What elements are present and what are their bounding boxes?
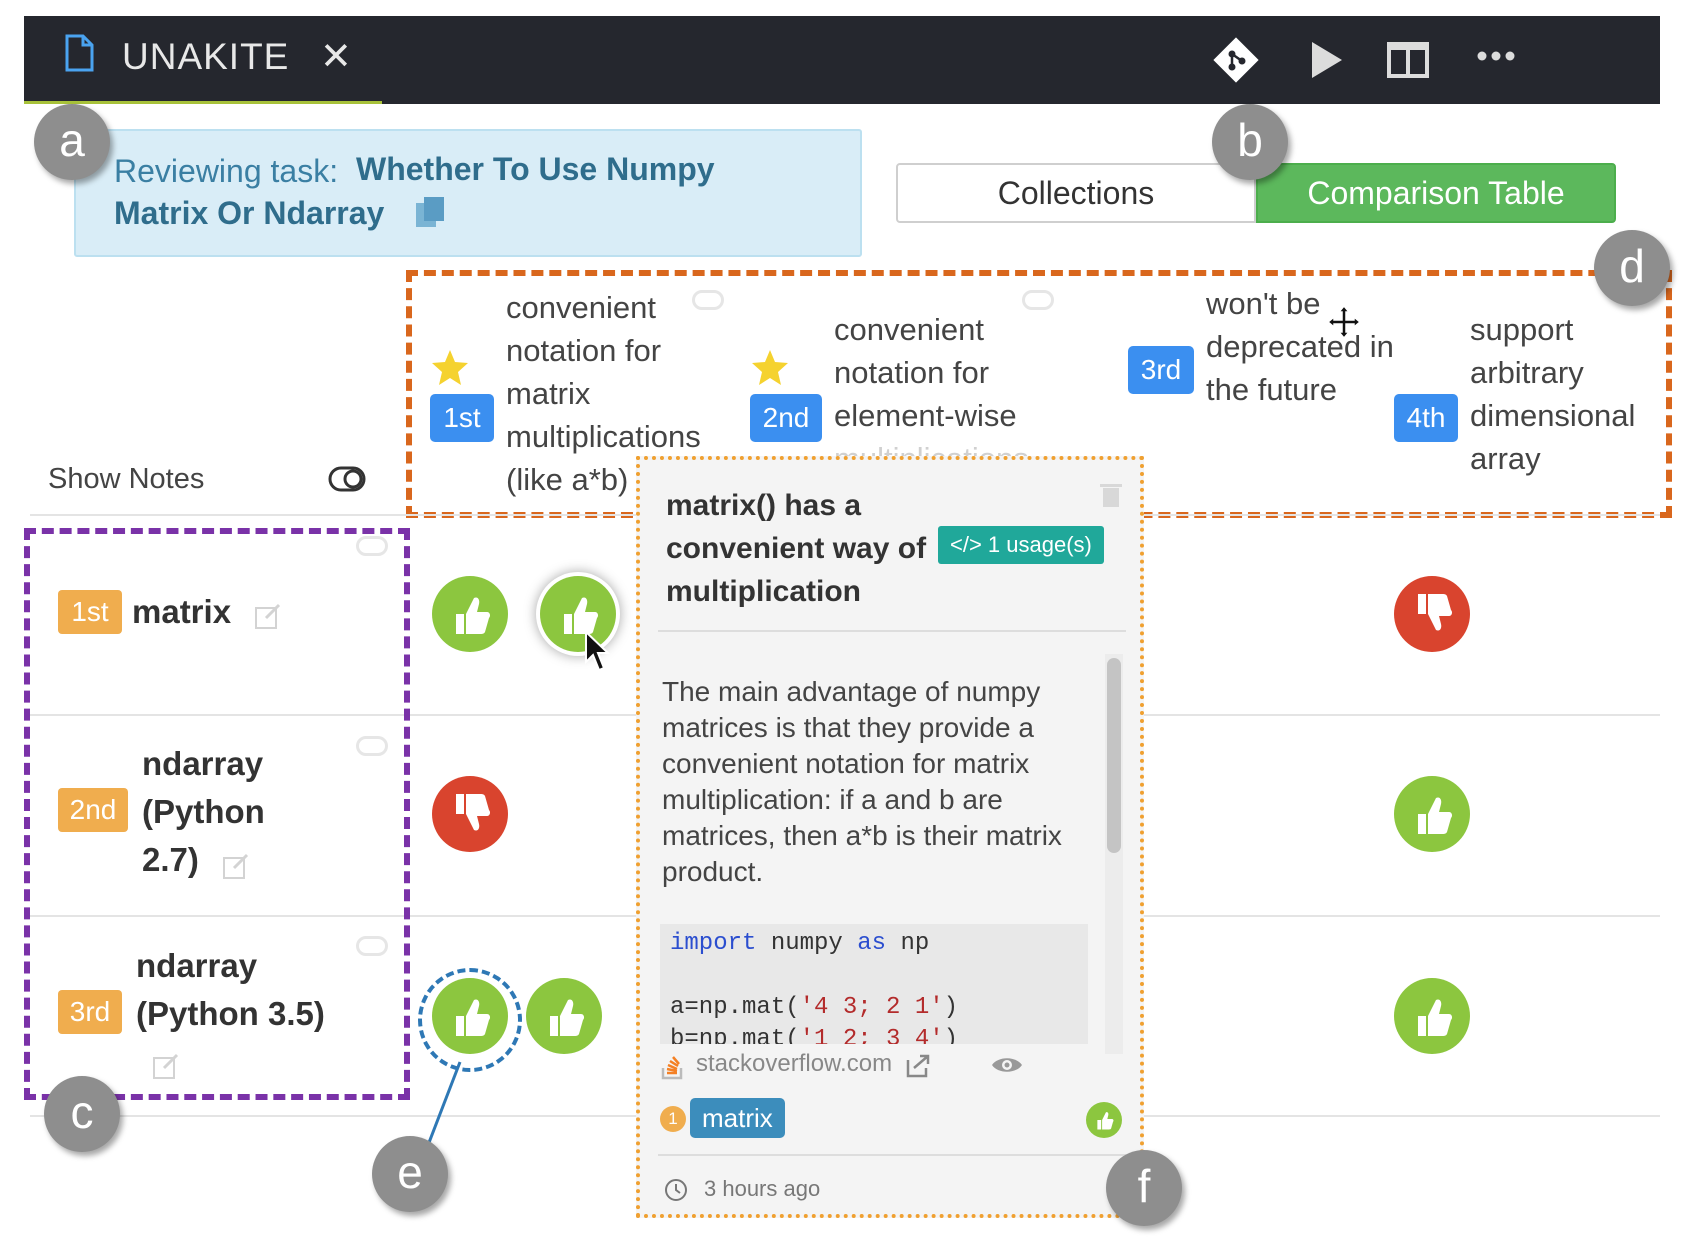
criterion-rank-badge[interactable]: 4th	[1394, 394, 1458, 442]
trash-icon[interactable]	[1100, 482, 1122, 508]
snippet-timestamp: 3 hours ago	[704, 1176, 821, 1201]
thumbs-down-icon[interactable]	[1394, 576, 1470, 652]
criterion-rank-badge[interactable]: 2nd	[750, 394, 822, 442]
usage-count-badge[interactable]: </> 1 usage(s)	[938, 526, 1104, 564]
thumbs-up-icon[interactable]	[1086, 1102, 1122, 1138]
thumbs-up-icon[interactable]	[1394, 776, 1470, 852]
tag-count-badge: 1	[660, 1106, 686, 1132]
edit-icon[interactable]	[254, 602, 282, 630]
rating-highlight-circle	[418, 968, 522, 1072]
tab-title: UNAKITE	[122, 36, 290, 77]
popover-divider	[658, 630, 1126, 632]
collections-view-button[interactable]: Collections	[896, 163, 1256, 223]
option-1-name[interactable]: matrix	[132, 588, 231, 636]
file-icon	[65, 34, 94, 72]
criterion-4-label[interactable]: support arbitrary dimensional array	[1470, 308, 1635, 480]
annotation-marker-b: b	[1212, 104, 1288, 180]
move-cursor-icon	[1326, 304, 1362, 340]
edit-icon[interactable]	[152, 1052, 180, 1080]
option-visibility-toggle[interactable]	[356, 936, 388, 956]
thumbs-up-icon[interactable]	[526, 978, 602, 1054]
thumbs-down-icon[interactable]	[432, 776, 508, 852]
option-visibility-toggle[interactable]	[356, 536, 388, 556]
copy-icon[interactable]	[414, 195, 446, 229]
criterion-visibility-toggle[interactable]	[692, 290, 724, 310]
annotation-marker-d: d	[1594, 230, 1670, 306]
task-name-line2: Matrix Or Ndarray	[114, 195, 385, 231]
criterion-3-label[interactable]: won't be deprecated in the future	[1206, 282, 1394, 411]
criterion-2-label[interactable]: convenient notation for element-wise mul…	[834, 308, 1029, 480]
criterion-rank-badge[interactable]: 3rd	[1128, 346, 1194, 394]
code-icon: </>	[950, 532, 988, 557]
close-icon[interactable]: ✕	[320, 34, 352, 79]
eye-icon[interactable]	[990, 1054, 1024, 1076]
option-rank-badge[interactable]: 1st	[58, 590, 122, 634]
option-visibility-toggle[interactable]	[356, 736, 388, 756]
source-link[interactable]: stackoverflow.com	[696, 1050, 892, 1078]
criterion-visibility-toggle[interactable]	[1022, 290, 1054, 310]
popover-scrollbar-thumb[interactable]	[1107, 658, 1121, 853]
show-notes-toggle[interactable]	[328, 466, 366, 492]
snippet-title: matrix() has a convenient way of multipl…	[666, 489, 927, 608]
star-icon[interactable]	[750, 348, 790, 388]
criterion-rank-badge[interactable]: 1st	[430, 394, 494, 442]
show-notes-label: Show Notes	[48, 463, 205, 495]
open-link-icon[interactable]	[904, 1052, 932, 1078]
annotation-marker-a: a	[34, 104, 110, 180]
reviewing-task-banner: Reviewing task: Whether To Use Numpy Mat…	[74, 129, 862, 257]
mouse-cursor-icon	[585, 630, 611, 672]
option-rank-badge[interactable]: 3rd	[58, 990, 122, 1034]
edit-icon[interactable]	[222, 852, 250, 880]
run-icon[interactable]	[1302, 36, 1350, 84]
more-icon[interactable]	[1472, 36, 1520, 84]
split-view-icon[interactable]	[1384, 36, 1432, 84]
clock-icon	[665, 1179, 687, 1201]
editor-tab-unakite[interactable]: UNAKITE ✕	[24, 16, 382, 104]
task-prefix-label: Reviewing task:	[114, 153, 339, 189]
annotation-marker-e: e	[372, 1136, 448, 1212]
option-3-name[interactable]: ndarray (Python 3.5)	[136, 942, 325, 1038]
snippet-source-row: stackoverflow.com	[660, 1046, 1120, 1086]
code-snippet: import numpy as np a=np.mat('4 3; 2 1') …	[660, 924, 1088, 1044]
annotation-marker-f: f	[1106, 1150, 1182, 1226]
task-name-line1: Whether To Use Numpy	[356, 151, 715, 187]
option-rank-badge[interactable]: 2nd	[58, 788, 128, 832]
stackoverflow-icon	[661, 1056, 683, 1080]
option-tag-matrix[interactable]: matrix	[690, 1098, 785, 1138]
popover-divider	[658, 1154, 1126, 1156]
thumbs-up-icon[interactable]	[1394, 978, 1470, 1054]
star-icon[interactable]	[430, 348, 470, 388]
thumbs-up-icon[interactable]	[432, 576, 508, 652]
comparison-table-view-button[interactable]: Comparison Table	[1256, 163, 1616, 223]
editor-tab-bar: UNAKITE ✕	[24, 16, 1660, 104]
git-icon[interactable]	[1212, 36, 1260, 84]
snippet-body-text: The main advantage of numpy matrices is …	[662, 676, 1062, 887]
annotation-marker-c: c	[44, 1076, 120, 1152]
snippet-popover: matrix() has a convenient way of multipl…	[636, 456, 1144, 1218]
